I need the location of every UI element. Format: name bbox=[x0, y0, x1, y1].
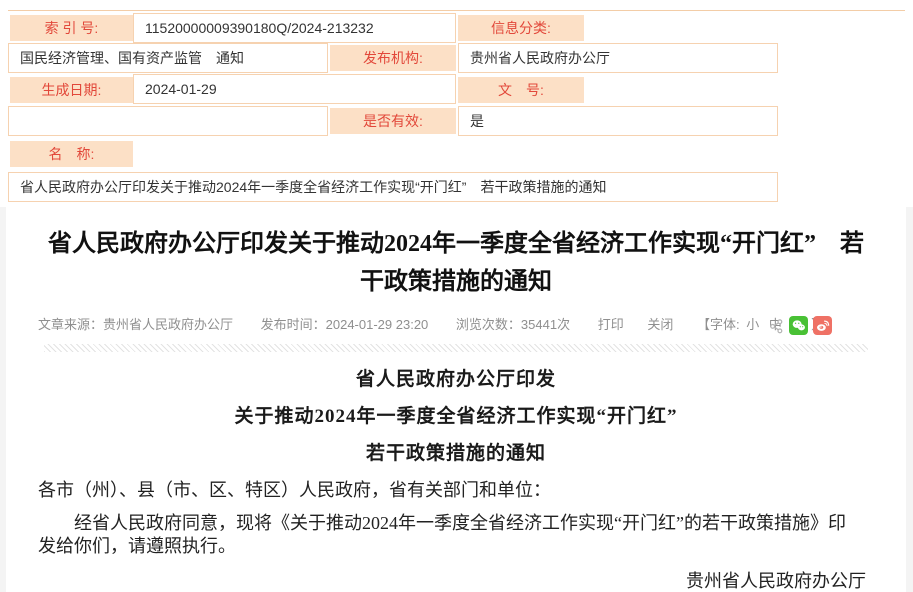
article-panel: 省人民政府办公厅印发关于推动2024年一季度全省经济工作实现“开门红” 若干政策… bbox=[6, 207, 906, 592]
meta-value-is-valid: 是 bbox=[458, 106, 778, 136]
doc-salutation: 各市（州）、县（市、区、特区）人民政府，省有关部门和单位： bbox=[38, 479, 861, 502]
doc-paragraph: 经省人民政府同意，现将《关于推动2024年一季度全省经济工作实现“开门红”的若干… bbox=[38, 512, 861, 558]
page-right-edge bbox=[906, 207, 913, 592]
meta-label-issuing-agency: 发布机构: bbox=[330, 45, 456, 71]
meta-value-empty bbox=[8, 106, 328, 136]
meta-value-index-number: 11520000009390180Q/2024-213232 bbox=[133, 13, 456, 43]
font-size-small-button[interactable]: 小 bbox=[746, 317, 759, 332]
doc-signature: 贵州省人民政府办公厅 bbox=[6, 570, 866, 592]
share-buttons bbox=[769, 316, 832, 335]
article-info-bar: 文章来源：贵州省人民政府办公厅 发布时间：2024-01-29 23:20 浏览… bbox=[38, 315, 874, 337]
meta-label-name: 名 称: bbox=[10, 141, 133, 167]
meta-label-info-category: 信息分类: bbox=[458, 15, 584, 41]
doc-heading-line1: 省人民政府办公厅印发 bbox=[6, 368, 906, 392]
hatched-divider bbox=[44, 344, 868, 352]
table-top-border bbox=[8, 10, 905, 11]
weibo-icon[interactable] bbox=[813, 316, 832, 335]
view-count: 浏览次数：35441次 bbox=[456, 317, 570, 332]
meta-label-doc-number: 文 号: bbox=[458, 77, 584, 103]
doc-heading-line2: 关于推动2024年一季度全省经济工作实现“开门红” bbox=[6, 405, 906, 429]
document-meta-table: 索 引 号: 11520000009390180Q/2024-213232 信息… bbox=[0, 0, 913, 207]
page-title: 省人民政府办公厅印发关于推动2024年一季度全省经济工作实现“开门红” 若干政策… bbox=[46, 225, 866, 301]
publish-time: 发布时间：2024-01-29 23:20 bbox=[261, 317, 429, 332]
font-bracket-open: 【字体: bbox=[697, 317, 740, 332]
doc-heading-line3: 若干政策措施的通知 bbox=[6, 442, 906, 466]
meta-label-is-valid: 是否有效: bbox=[330, 108, 456, 134]
meta-label-generated-date: 生成日期: bbox=[10, 77, 133, 103]
meta-value-generated-date: 2024-01-29 bbox=[133, 74, 456, 104]
wechat-icon[interactable] bbox=[789, 316, 808, 335]
government-document-page: 索 引 号: 11520000009390180Q/2024-213232 信息… bbox=[0, 0, 913, 592]
meta-value-issuing-agency: 贵州省人民政府办公厅 bbox=[458, 43, 778, 73]
close-button[interactable]: 关闭 bbox=[647, 317, 673, 332]
meta-value-info-category: 国民经济管理、国有资产监管 通知 bbox=[8, 43, 328, 73]
share-nodes-icon[interactable] bbox=[769, 318, 784, 334]
meta-label-index-number: 索 引 号: bbox=[10, 15, 133, 41]
meta-value-name: 省人民政府办公厅印发关于推动2024年一季度全省经济工作实现“开门红” 若干政策… bbox=[8, 172, 778, 202]
print-button[interactable]: 打印 bbox=[598, 317, 624, 332]
article-source: 文章来源：贵州省人民政府办公厅 bbox=[38, 317, 233, 332]
